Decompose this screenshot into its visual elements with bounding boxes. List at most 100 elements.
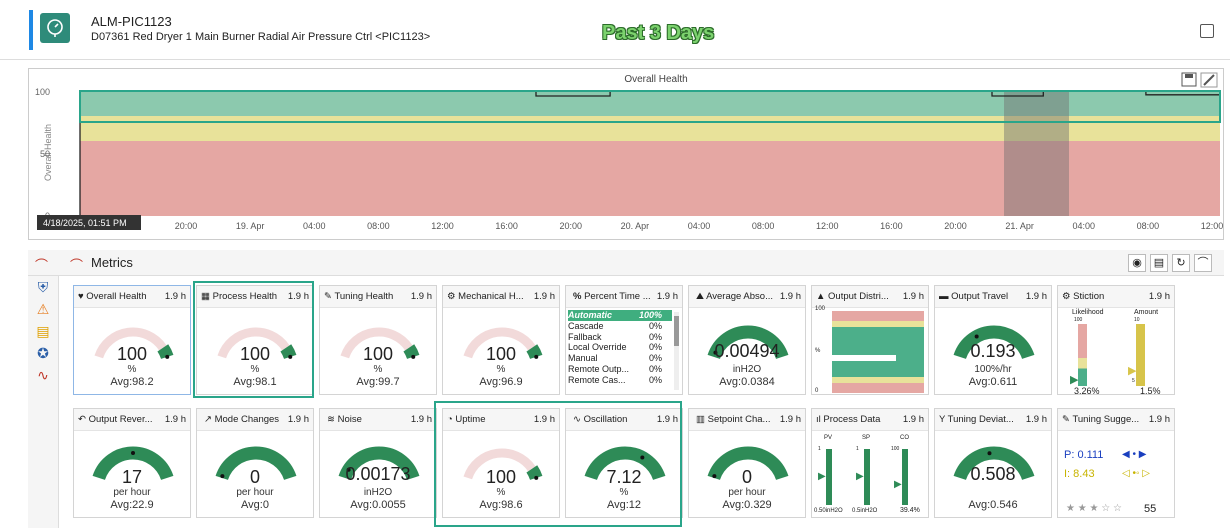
co-value: 39.4% [900, 507, 920, 514]
mode-value: 100% [638, 310, 662, 320]
card-process-health[interactable]: ▦ Process Health 1.9 h 100 % Avg:98.1 [196, 285, 314, 395]
page-header: ALM-PIC1123 D07361 Red Dryer 1 Main Burn… [0, 0, 1230, 60]
card-unit: per hour [236, 487, 274, 498]
eye-icon[interactable]: ◉ [1128, 254, 1146, 272]
mode-label: Cascade [568, 320, 604, 331]
card-unit: % [127, 364, 137, 375]
card-percent-time[interactable]: % Percent Time ... 1.9 h Automatic 100% Cas… [565, 285, 683, 395]
x-tick-label: 12:00 [1201, 221, 1224, 231]
card-tuning-suggestion[interactable]: ✎ Tuning Sugge... 1.9 h P: 0.111 ◀ • ▶ I:… [1057, 408, 1175, 518]
card-value: 100 [485, 467, 517, 487]
sidebar-warning-icon[interactable]: ⚠ [28, 298, 58, 320]
card-title: Uptime [455, 414, 486, 425]
card-mechanical-health[interactable]: ⚙ Mechanical H... 1.9 h 100 % Avg:96.9 [442, 285, 560, 395]
card-mode-changes[interactable]: ↗ Mode Changes 1.9 h 0 per hour Avg:0 [196, 408, 314, 518]
card-value: 100 [239, 344, 271, 364]
x-tick-label: 12:00 [816, 221, 839, 231]
gauge-marker [640, 455, 645, 460]
card-avg: Avg:0 [241, 499, 269, 511]
card-title: Setpoint Cha... [707, 414, 771, 425]
card-title: Output Travel [951, 291, 1009, 302]
card-average-absolute-error[interactable]: ⛰ Average Abso... 1.9 h 0.00494 inH2O Avg… [688, 285, 806, 395]
card-time: 1.9 h [533, 291, 555, 302]
likelihood-bar [1078, 324, 1087, 386]
card-value: 0.508 [970, 464, 1016, 484]
rating-stars[interactable]: ★ ★ ★ ☆ ☆ [1066, 503, 1122, 514]
sidebar-wave-icon[interactable]: ∿ [28, 364, 58, 386]
card-value: 100 [362, 344, 394, 364]
card-title: Output Distri... [828, 291, 889, 302]
card-unit: % [373, 364, 383, 375]
mode-value: 0% [648, 331, 662, 342]
mode-row: Automatic 100% [568, 310, 672, 321]
amount-bar [1136, 324, 1145, 386]
card-stiction[interactable]: ⚙ Stiction 1.9 h Likelihood Amount 100 10… [1057, 285, 1175, 396]
i-marker: ◁ •◦ ▷ [1122, 468, 1150, 479]
card-title: Mode Changes [214, 414, 280, 425]
card-tuning-deviation[interactable]: Y Tuning Deviat... 1.9 h 0.508 Avg:0.546 [934, 408, 1052, 518]
i-value: I: 8.43 [1064, 468, 1095, 480]
card-unit: % [496, 364, 506, 375]
card-output-distribution[interactable]: ▲ Output Distri... 1.9 h 100 % 0 [811, 285, 929, 395]
time-range-overlay: Past 3 Days [602, 22, 715, 44]
wrench-icon[interactable] [1200, 72, 1218, 88]
amount-value: 1.5% [1140, 386, 1161, 396]
co-bar [902, 449, 908, 505]
card-avg: Avg:96.9 [479, 376, 523, 388]
mode-value: 0% [648, 363, 662, 374]
sidebar-shield-icon[interactable]: ⛨ [28, 276, 58, 298]
mode-row: Remote Cas... 0% [568, 375, 672, 386]
card-title: Tuning Sugge... [1072, 414, 1140, 425]
pv-label: PV [824, 435, 833, 441]
accent-bar [29, 10, 33, 50]
metrics-sidebar: ⛨ ⚠ ▤ ✪ ∿ [28, 276, 59, 528]
sidebar-badge-icon[interactable]: ✪ [28, 342, 58, 364]
card-title: Mechanical H... [458, 291, 524, 302]
co-label: CO [900, 435, 909, 441]
mode-value: 0% [648, 342, 662, 353]
card-overall-health[interactable]: ♥ Overall Health 1.9 h 100 % Avg:98.2 [73, 285, 191, 395]
sp-value: 0.5inH2O [852, 508, 878, 514]
p-value: P: 0.111 [1064, 449, 1104, 461]
card-time: 1.9 h [533, 414, 555, 425]
compare-icon[interactable]: ▤ [1150, 254, 1168, 272]
export-icon[interactable] [1200, 24, 1214, 38]
card-uptime[interactable]: ◔ Uptime 1.9 h 100 % Avg:98.6 [442, 408, 560, 518]
card-title: Noise [337, 414, 362, 425]
setpoint-icon: ▥ [696, 414, 705, 425]
save-icon[interactable] [1181, 72, 1197, 87]
card-tuning-health[interactable]: ✎ Tuning Health 1.9 h 100 % Avg:99.7 [319, 285, 437, 395]
pv-bar [826, 449, 832, 505]
card-title: Oscillation [583, 414, 628, 425]
x-tick-label: 20:00 [175, 221, 198, 231]
distribution-plot [832, 311, 924, 393]
card-avg: Avg:22.9 [110, 499, 154, 511]
card-title: Stiction [1073, 291, 1105, 302]
mode-value: 0% [648, 374, 662, 385]
mode-row: Cascade 0% [568, 321, 672, 332]
mode-list: Automatic 100% Cascade 0% Fallback 0% Local Ov… [568, 310, 672, 386]
card-process-data[interactable]: ıl Process Data 1.9 h PV SP CO 1 1 100 ▶ … [811, 408, 929, 518]
refresh-icon[interactable]: ↻ [1172, 254, 1190, 272]
card-unit: % [619, 487, 629, 498]
x-tick-label: 08:00 [752, 221, 775, 231]
metrics-title: Metrics [91, 255, 133, 270]
chart-title: Overall Health [624, 74, 687, 85]
x-tick-label: 12:00 [431, 221, 454, 231]
card-avg: Avg:98.2 [110, 376, 154, 388]
pv-value: 0.50inH2O [814, 508, 843, 514]
card-noise[interactable]: ≋ Noise 1.9 h 0.00173 inH2O Avg:0.0055 [319, 408, 437, 518]
gauge-view-icon[interactable]: ⌒ [1194, 254, 1212, 272]
card-oscillation[interactable]: ∿ Oscillation 1.9 h 7.12 % Avg:12 [565, 408, 683, 518]
sidebar-clipboard-icon[interactable]: ▤ [28, 320, 58, 342]
noise-icon: ≋ [327, 414, 335, 425]
card-time: 1.9 h [287, 291, 309, 302]
selected-range[interactable] [1004, 91, 1069, 216]
card-output-travel[interactable]: ▬ Output Travel 1.9 h 0.193 100%/hr Avg:0… [934, 285, 1052, 395]
mode-list-scrollbar[interactable] [674, 312, 679, 390]
card-output-reversals[interactable]: ↶ Output Rever... 1.9 h 17 per hour Avg:2… [73, 408, 191, 518]
card-avg: Avg:0.0055 [350, 499, 406, 511]
card-time: 1.9 h [902, 291, 924, 302]
card-setpoint-changes[interactable]: ▥ Setpoint Cha... 1.9 h 0 per hour Avg:0.… [688, 408, 806, 518]
gauge-marker [131, 451, 135, 455]
